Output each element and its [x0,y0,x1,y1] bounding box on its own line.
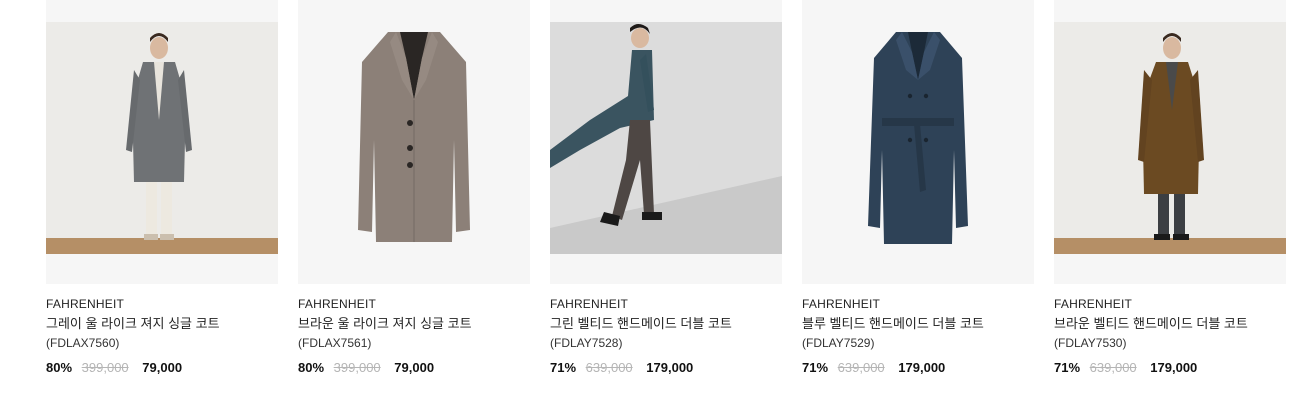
price-row: 71% 639,000 179,000 [802,360,945,375]
product-card[interactable]: FAHRENHEIT 그레이 울 라이크 져지 싱글 코트 (FDLAX7560)… [46,0,278,404]
product-name: 브라운 울 라이크 져지 싱글 코트 [298,316,472,331]
product-image[interactable] [298,0,530,284]
product-photo-coat [298,0,530,284]
sale-price: 79,000 [394,360,435,375]
product-card[interactable]: FAHRENHEIT 블루 벨티드 핸드메이드 더블 코트 (FDLAY7529)… [802,0,1034,404]
sale-price: 79,000 [142,360,183,375]
product-brand: FAHRENHEIT [46,297,125,311]
product-name: 그린 벨티드 핸드메이드 더블 코트 [550,316,732,331]
product-name: 브라운 벨티드 핸드메이드 더블 코트 [1054,316,1248,331]
product-brand: FAHRENHEIT [550,297,629,311]
product-name: 블루 벨티드 핸드메이드 더블 코트 [802,316,984,331]
product-brand: FAHRENHEIT [802,297,881,311]
product-brand: FAHRENHEIT [1054,297,1133,311]
product-photo-belted-coat [802,0,1034,284]
product-name-link[interactable]: 브라운 벨티드 핸드메이드 더블 코트 (FDLAY7530) [1054,314,1268,353]
product-photo-model [1054,0,1286,284]
discount-rate: 80% [298,360,325,375]
product-brand: FAHRENHEIT [298,297,377,311]
product-card[interactable]: FAHRENHEIT 브라운 울 라이크 져지 싱글 코트 (FDLAX7561)… [298,0,530,404]
product-code: (FDLAY7529) [802,336,875,350]
sale-price: 179,000 [1150,360,1198,375]
product-image[interactable] [550,0,782,284]
price-row: 71% 639,000 179,000 [550,360,693,375]
product-photo-model [46,0,278,284]
product-code: (FDLAX7560) [46,336,120,350]
sale-price: 179,000 [898,360,946,375]
original-price: 639,000 [837,360,885,375]
discount-rate: 80% [46,360,73,375]
product-photo-model-walking [550,0,782,284]
product-card[interactable]: FAHRENHEIT 그린 벨티드 핸드메이드 더블 코트 (FDLAY7528)… [550,0,782,404]
product-image[interactable] [802,0,1034,284]
original-price: 399,000 [333,360,381,375]
product-name-link[interactable]: 그레이 울 라이크 져지 싱글 코트 (FDLAX7560) [46,314,260,353]
product-image[interactable] [46,0,278,284]
original-price: 639,000 [1089,360,1137,375]
price-row: 80% 399,000 79,000 [298,360,434,375]
product-code: (FDLAX7561) [298,336,372,350]
price-row: 71% 639,000 179,000 [1054,360,1197,375]
product-code: (FDLAY7528) [550,336,623,350]
discount-rate: 71% [550,360,577,375]
sale-price: 179,000 [646,360,694,375]
product-card[interactable]: FAHRENHEIT 브라운 벨티드 핸드메이드 더블 코트 (FDLAY753… [1054,0,1286,404]
product-image[interactable] [1054,0,1286,284]
product-name-link[interactable]: 그린 벨티드 핸드메이드 더블 코트 (FDLAY7528) [550,314,764,353]
price-row: 80% 399,000 79,000 [46,360,182,375]
product-code: (FDLAY7530) [1054,336,1127,350]
original-price: 639,000 [585,360,633,375]
product-grid: FAHRENHEIT 그레이 울 라이크 져지 싱글 코트 (FDLAX7560)… [0,0,1300,404]
discount-rate: 71% [1054,360,1081,375]
product-name-link[interactable]: 브라운 울 라이크 져지 싱글 코트 (FDLAX7561) [298,314,512,353]
discount-rate: 71% [802,360,829,375]
product-name: 그레이 울 라이크 져지 싱글 코트 [46,316,220,331]
original-price: 399,000 [81,360,129,375]
product-name-link[interactable]: 블루 벨티드 핸드메이드 더블 코트 (FDLAY7529) [802,314,1016,353]
